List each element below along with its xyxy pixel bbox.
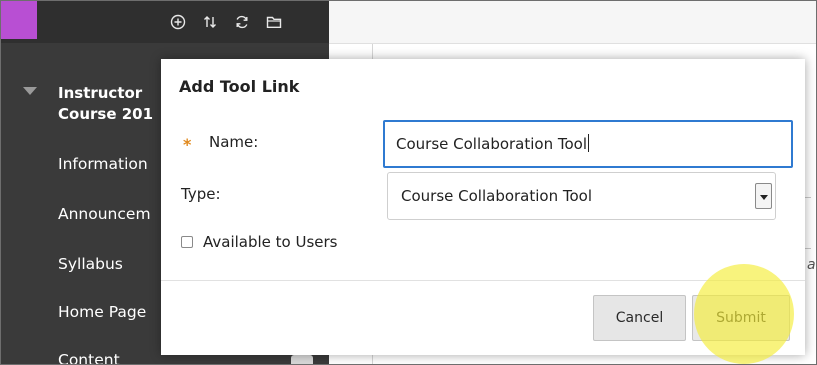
folder-icon[interactable] — [265, 13, 283, 31]
name-label: Name: — [209, 133, 259, 151]
collapse-caret-icon[interactable] — [23, 87, 37, 95]
name-input-value: Course Collaboration Tool — [396, 135, 588, 153]
available-label[interactable]: Available to Users — [203, 233, 338, 251]
sidebar-item-information[interactable]: Information — [58, 155, 148, 173]
reorder-arrows-icon[interactable] — [201, 13, 219, 31]
menu-tools — [169, 11, 283, 33]
course-color-accent — [1, 1, 37, 39]
submit-button[interactable]: Submit — [692, 295, 790, 341]
item-options-icon[interactable] — [291, 355, 313, 364]
chevron-down-icon[interactable] — [755, 183, 772, 209]
course-title-line2: Course 201 — [58, 105, 154, 123]
name-input[interactable]: Course Collaboration Tool — [383, 120, 793, 168]
available-to-users-option[interactable]: Available to Users — [181, 233, 338, 251]
type-label: Type: — [181, 185, 221, 203]
sidebar-item-home-page[interactable]: Home Page — [58, 303, 146, 321]
available-checkbox[interactable] — [181, 236, 193, 248]
cancel-button[interactable]: Cancel — [593, 295, 686, 341]
required-marker: * — [183, 135, 192, 154]
sidebar-item-syllabus[interactable]: Syllabus — [58, 255, 123, 273]
course-title[interactable]: Instructor Course 201 — [58, 83, 168, 125]
add-tool-link-dialog: Add Tool Link * Name: Course Collaborati… — [161, 59, 805, 364]
text-cursor — [588, 134, 590, 152]
refresh-icon[interactable] — [233, 13, 251, 31]
dialog-title: Add Tool Link — [179, 77, 300, 96]
type-select[interactable]: Course Collaboration Tool — [387, 172, 776, 220]
type-select-value: Course Collaboration Tool — [401, 187, 593, 205]
screen-frame: Instructor Course 201 Information Announ… — [0, 0, 817, 365]
dialog-footer-divider — [161, 280, 805, 281]
course-title-line1: Instructor — [58, 84, 143, 102]
background-text-fragment: a — [807, 257, 816, 273]
sidebar-item-announcements[interactable]: Announcem — [58, 205, 151, 223]
add-circle-icon[interactable] — [169, 13, 187, 31]
sidebar-item-content[interactable]: Content — [58, 351, 120, 364]
content-header-bar — [329, 1, 816, 44]
